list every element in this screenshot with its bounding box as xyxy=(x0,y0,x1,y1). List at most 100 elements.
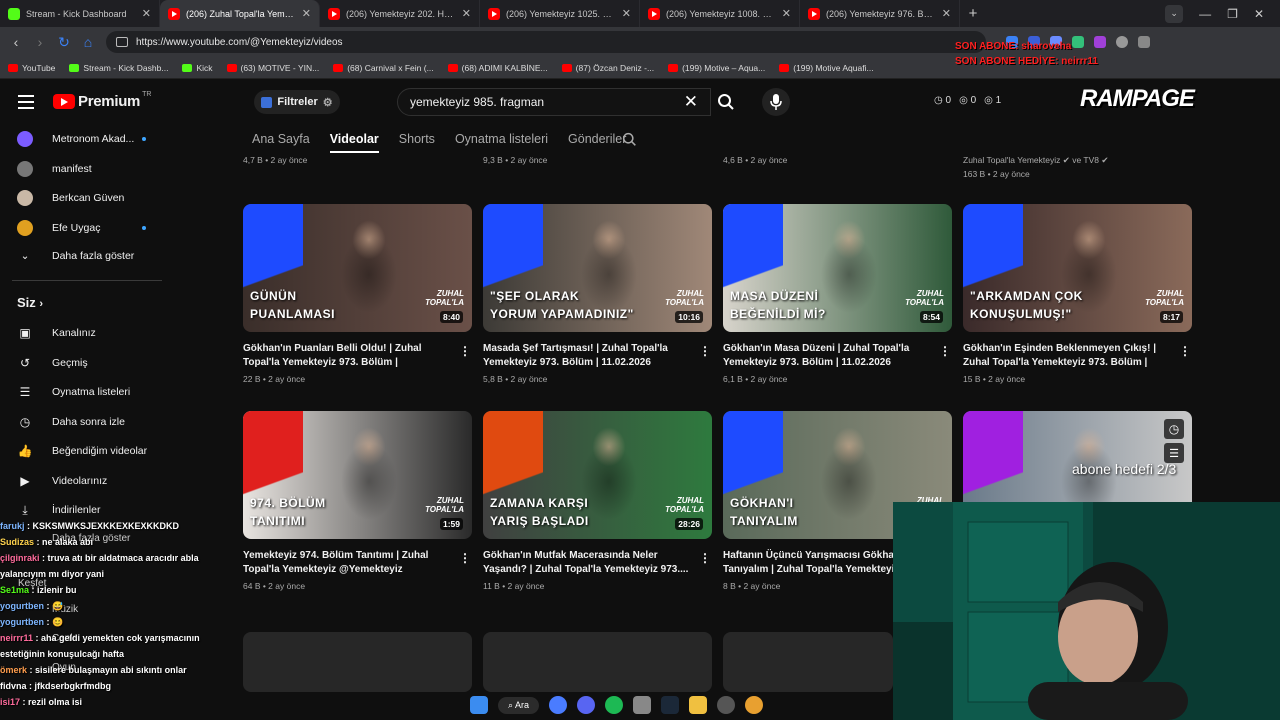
video-title[interactable]: Masada Şef Tartışması! | Zuhal Topal'la … xyxy=(483,342,712,370)
discord-icon[interactable] xyxy=(577,696,596,714)
subscription-item[interactable]: Efe Uygaç xyxy=(17,216,167,240)
video-card[interactable]: GÜNÜN PUANLAMASI ZUHAL TOPAL'LA 8:40 Gökhan'ı… xyxy=(243,204,472,384)
you-item[interactable]: ▣ Kanalınız xyxy=(17,321,95,345)
video-thumbnail[interactable]: GÜNÜN PUANLAMASI ZUHAL TOPAL'LA 8:40 xyxy=(243,204,472,332)
you-item[interactable]: ▶ Videolarınız xyxy=(17,469,107,493)
reload-icon[interactable]: ↻ xyxy=(52,34,76,51)
menu-icon[interactable] xyxy=(1138,36,1150,48)
close-tab-icon[interactable]: ✕ xyxy=(942,7,951,20)
video-thumbnail[interactable]: MASA DÜZENİ BEĞENİLDİ Mİ? ZUHAL TOPAL'LA 8:5… xyxy=(723,204,952,332)
you-item[interactable]: ☰ Oynatma listeleri xyxy=(17,380,131,404)
video-card[interactable]: "ARKAMDAN ÇOK KONUŞULMUŞ!" ZUHAL TOPAL'LA 8:… xyxy=(963,204,1192,384)
youtube-logo[interactable]: Premium TR xyxy=(53,91,151,110)
video-card[interactable]: MASA DÜZENİ BEĞENİLDİ Mİ? ZUHAL TOPAL'LA 8:5… xyxy=(723,204,952,384)
menu-icon[interactable] xyxy=(18,95,34,113)
video-title[interactable]: Yemekteyiz 974. Bölüm Tanıtımı | Zuhal T… xyxy=(243,549,472,577)
back-icon[interactable]: ‹ xyxy=(4,34,28,50)
channel-tab[interactable]: Ana Sayfa xyxy=(252,132,310,146)
more-actions-icon[interactable]: ⋮ xyxy=(699,344,711,358)
profile-icon[interactable] xyxy=(1116,36,1128,48)
browser-tab[interactable]: (206) Yemekteyiz 976. Bölüm Tam ✕ xyxy=(800,0,960,27)
home-icon[interactable]: ⌂ xyxy=(76,34,100,50)
maximize-button[interactable]: ❐ xyxy=(1227,7,1238,21)
subscription-item[interactable]: Metronom Akad... xyxy=(17,127,167,151)
minimize-button[interactable]: — xyxy=(1199,7,1211,21)
site-info-icon[interactable] xyxy=(116,37,128,47)
browser-tab[interactable]: (206) Yemekteyiz 1025. Bölüm ✕ xyxy=(480,0,640,27)
video-title[interactable]: Gökhan'ın Masa Düzeni | Zuhal Topal'la Y… xyxy=(723,342,952,370)
video-thumbnail[interactable]: 974. BÖLÜM TANITIMI ZUHAL TOPAL'LA 1:59 xyxy=(243,411,472,539)
video-thumbnail[interactable]: "ŞEF OLARAK YORUM YAPAMADINIZ" ZUHAL TOPAL'… xyxy=(483,204,712,332)
bookmark-item[interactable]: (87) Özcan Deniz -... xyxy=(561,63,654,73)
close-tab-icon[interactable]: ✕ xyxy=(462,7,471,20)
bookmark-item[interactable]: Kick xyxy=(182,63,213,73)
app-icon[interactable] xyxy=(717,696,736,714)
more-actions-icon[interactable]: ⋮ xyxy=(699,551,711,565)
show-more-subscriptions[interactable]: ⌄ Daha fazla göster xyxy=(17,244,135,268)
avatar xyxy=(17,131,33,147)
video-thumbnail[interactable]: ZAMANA KARŞI YARIŞ BAŞLADI ZUHAL TOPAL'LA 28… xyxy=(483,411,712,539)
bookmark-item[interactable]: (199) Motive Aquafi... xyxy=(779,63,874,73)
bookmark-item[interactable]: (68) Carnival x Fein (... xyxy=(333,63,434,73)
you-section-heading[interactable]: Siz › xyxy=(17,295,43,310)
chrome-icon[interactable] xyxy=(745,696,764,714)
windows-start-icon[interactable] xyxy=(470,696,488,714)
clear-icon[interactable]: ✕ xyxy=(684,92,698,112)
close-tab-icon[interactable]: ✕ xyxy=(302,7,311,20)
spotify-icon[interactable] xyxy=(605,696,624,714)
more-actions-icon[interactable]: ⋮ xyxy=(939,344,951,358)
browser-tab[interactable]: (206) Zuhal Topal'la Yemekteyiz ✕ xyxy=(160,0,320,27)
bookmark-item[interactable]: YouTube xyxy=(8,63,55,73)
close-window-button[interactable]: ✕ xyxy=(1254,7,1264,21)
subscription-item[interactable]: Berkcan Güven xyxy=(17,186,167,210)
channel-tab[interactable]: Oynatma listeleri xyxy=(455,132,548,146)
video-thumbnail[interactable]: "ARKAMDAN ÇOK KONUŞULMUŞ!" ZUHAL TOPAL'LA 8:… xyxy=(963,204,1192,332)
search-input[interactable]: yemekteyiz 985. fragman ✕ xyxy=(397,88,711,116)
more-actions-icon[interactable]: ⋮ xyxy=(1179,344,1191,358)
taskbar-search[interactable]: ⌕ Ara xyxy=(498,696,540,714)
settings-icon[interactable] xyxy=(633,696,652,714)
search-button[interactable] xyxy=(711,88,741,116)
channel-tab[interactable]: Gönderiler xyxy=(568,132,626,146)
close-tab-icon[interactable]: ✕ xyxy=(142,7,151,20)
channel-search-icon[interactable] xyxy=(622,132,637,147)
bookmark-favicon-icon xyxy=(779,63,790,72)
video-title[interactable]: Gökhan'ın Eşinden Beklenmeyen Çıkış! | Z… xyxy=(963,342,1192,370)
more-actions-icon[interactable]: ⋮ xyxy=(459,551,471,565)
channel-tab[interactable]: Shorts xyxy=(399,132,435,146)
folder-icon[interactable] xyxy=(689,696,708,714)
caption-line: GÖKHAN'I xyxy=(730,496,794,510)
close-tab-icon[interactable]: ✕ xyxy=(622,7,631,20)
steam-icon[interactable] xyxy=(661,696,680,714)
browser-tab[interactable]: Stream - Kick Dashboard ✕ xyxy=(0,0,160,27)
browser-tab[interactable]: (206) Yemekteyiz 1008. Bölüm Tam ✕ xyxy=(640,0,800,27)
you-item[interactable]: ↺ Geçmiş xyxy=(17,351,88,375)
filters-button[interactable]: Filtreler ⚙ xyxy=(254,90,340,114)
subscription-item[interactable]: manifest xyxy=(17,157,167,181)
caption-line: TANIYALIM xyxy=(730,514,798,528)
bookmark-item[interactable]: (68) ADIMI KALBİNE... xyxy=(447,63,548,73)
forward-icon[interactable]: › xyxy=(28,34,52,50)
add-to-queue-icon[interactable]: ☰ xyxy=(1164,443,1184,463)
more-actions-icon[interactable]: ⋮ xyxy=(459,344,471,358)
channel-tab[interactable]: Videolar xyxy=(329,132,379,153)
url-field[interactable]: https://www.youtube.com/@Yemekteyiz/vide… xyxy=(106,31,986,53)
youtube-icon xyxy=(808,7,820,20)
tab-search-icon[interactable]: ⌄ xyxy=(1165,4,1184,23)
watch-later-icon[interactable]: ◷ xyxy=(1164,419,1184,439)
video-title[interactable]: Gökhan'ın Mutfak Macerasında Neler Yaşan… xyxy=(483,549,712,577)
you-item[interactable]: ◷ Daha sonra izle xyxy=(17,410,125,434)
bookmark-item[interactable]: Stream - Kick Dashb... xyxy=(69,63,168,73)
you-item[interactable]: 👍 Beğendiğim videolar xyxy=(17,439,148,463)
app-icon[interactable] xyxy=(549,696,568,714)
bookmark-item[interactable]: (199) Motive – Aqua... xyxy=(668,63,765,73)
video-title[interactable]: Gökhan'ın Puanları Belli Oldu! | Zuhal T… xyxy=(243,342,472,370)
video-card[interactable]: "ŞEF OLARAK YORUM YAPAMADINIZ" ZUHAL TOPAL'… xyxy=(483,204,712,384)
voice-search-button[interactable] xyxy=(762,88,790,116)
bookmark-item[interactable]: (63) MOTIVE - YIN... xyxy=(226,63,319,73)
video-card[interactable]: ZAMANA KARŞI YARIŞ BAŞLADI ZUHAL TOPAL'LA 28… xyxy=(483,411,712,591)
new-tab-button[interactable]: + xyxy=(960,0,986,27)
video-card[interactable]: 974. BÖLÜM TANITIMI ZUHAL TOPAL'LA 1:59 Yemek… xyxy=(243,411,472,591)
browser-tab[interactable]: (206) Yemekteyiz 202. Hafta Tanıtımı ✕ xyxy=(320,0,480,27)
close-tab-icon[interactable]: ✕ xyxy=(782,7,791,20)
